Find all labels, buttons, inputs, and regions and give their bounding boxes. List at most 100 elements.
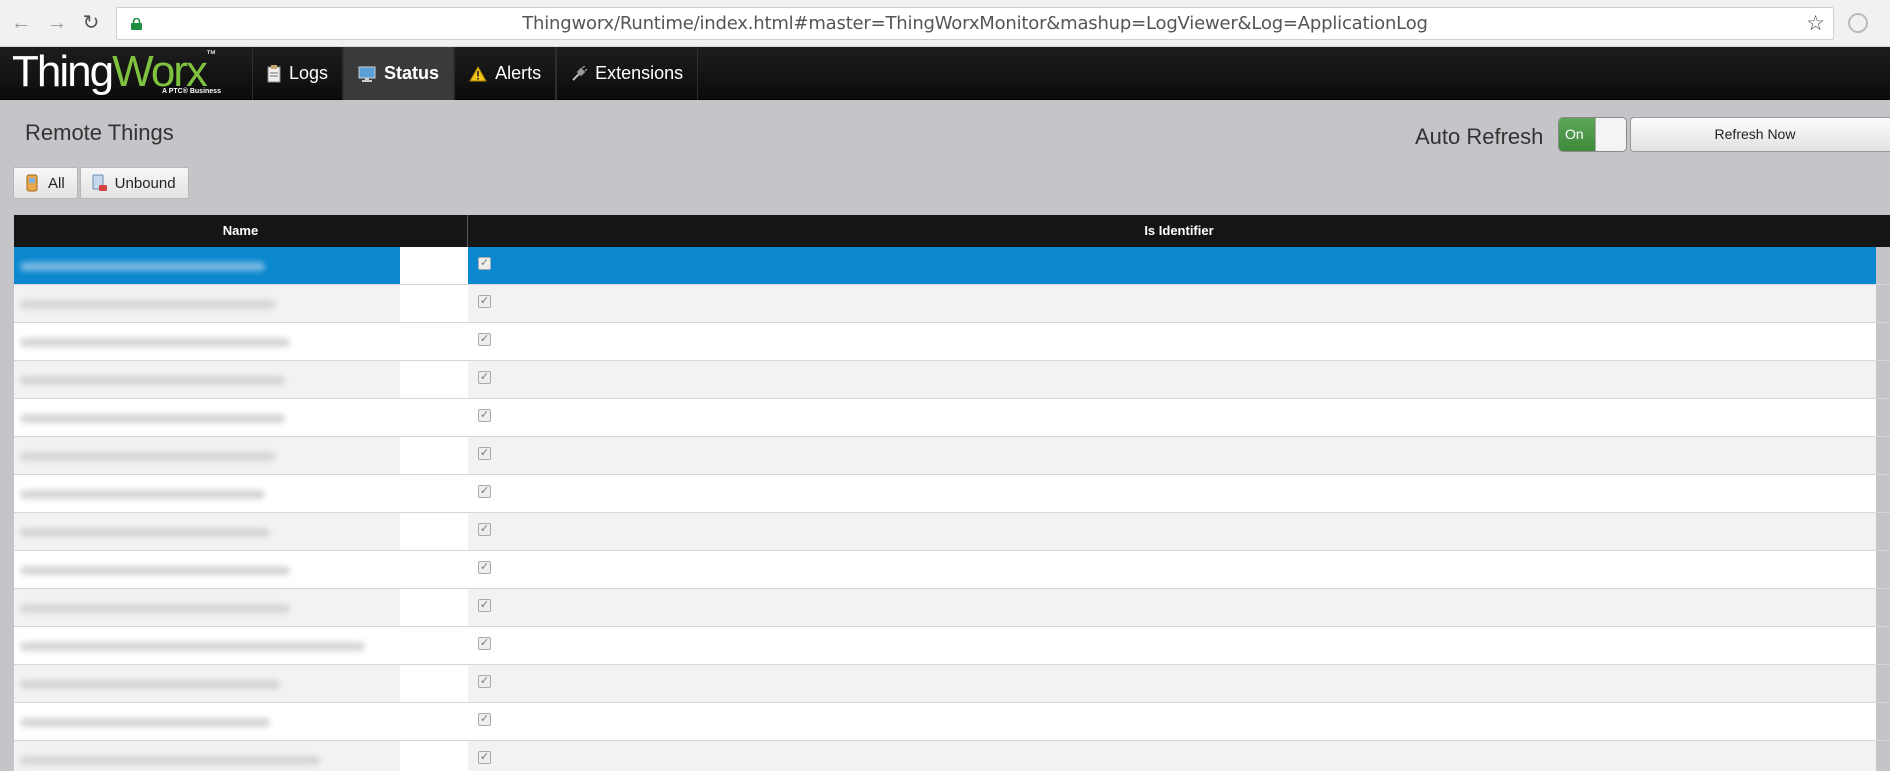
reload-icon[interactable]: ↻ xyxy=(80,12,102,34)
filter-all-button[interactable]: All xyxy=(13,167,78,199)
grid-right-gutter xyxy=(1876,323,1890,360)
cell-is-identifier: ✓ xyxy=(468,741,1890,771)
auto-refresh-label: Auto Refresh xyxy=(1415,124,1544,149)
logo-subtitle: A PTC® Business xyxy=(162,88,221,95)
name-cell-mask xyxy=(400,589,468,626)
cell-is-identifier: ✓ xyxy=(468,551,1890,588)
cell-is-identifier: ✓ xyxy=(468,627,1890,664)
address-bar[interactable]: Thingworx/Runtime/index.html#master=Thin… xyxy=(116,7,1834,40)
table-row[interactable]: ✓ xyxy=(14,399,1890,437)
tab-logs[interactable]: Logs xyxy=(252,47,344,100)
tab-logs-label: Logs xyxy=(289,63,329,83)
cell-name-obscured xyxy=(14,247,468,284)
is-identifier-checkbox: ✓ xyxy=(478,485,491,498)
name-cell-mask xyxy=(400,741,468,771)
unbound-icon xyxy=(92,174,107,191)
arrow-right-icon[interactable]: → xyxy=(46,12,68,34)
toggle-knob[interactable] xyxy=(1595,118,1626,151)
filter-bar: All Unbound xyxy=(13,167,189,199)
column-header-name[interactable]: Name xyxy=(14,215,468,247)
thingworx-logo: ThingWorx™ A PTC® Business xyxy=(12,47,221,96)
name-cell-mask xyxy=(400,399,468,436)
auto-refresh-toggle[interactable]: On xyxy=(1558,117,1627,152)
table-row[interactable]: ✓ xyxy=(14,513,1890,551)
arrow-left-icon[interactable]: ← xyxy=(10,12,32,34)
cell-is-identifier: ✓ xyxy=(468,437,1890,474)
filter-all-label: All xyxy=(48,174,65,192)
grid-right-gutter xyxy=(1876,361,1890,398)
cell-is-identifier: ✓ xyxy=(468,361,1890,398)
table-row[interactable]: ✓ xyxy=(14,551,1890,589)
cell-name-obscured xyxy=(14,703,468,740)
tab-alerts-label: Alerts xyxy=(495,63,542,83)
extension-icon[interactable] xyxy=(1848,13,1868,33)
cell-is-identifier: ✓ xyxy=(468,589,1890,626)
grid-right-gutter xyxy=(1876,399,1890,436)
things-icon xyxy=(26,174,38,192)
is-identifier-checkbox: ✓ xyxy=(478,371,491,384)
cell-name-obscured xyxy=(14,285,468,322)
table-row[interactable]: ✓ xyxy=(14,323,1890,361)
tab-alerts[interactable]: Alerts xyxy=(454,47,557,100)
name-cell-mask xyxy=(400,437,468,474)
table-row[interactable]: ✓ xyxy=(14,475,1890,513)
blurred-name xyxy=(20,452,275,461)
is-identifier-checkbox: ✓ xyxy=(478,713,491,726)
is-identifier-checkbox: ✓ xyxy=(478,333,491,346)
cell-name-obscured xyxy=(14,437,468,474)
filter-unbound-label: Unbound xyxy=(114,174,176,192)
blurred-name xyxy=(20,262,265,271)
table-row[interactable]: ✓ xyxy=(14,247,1890,285)
warning-icon xyxy=(469,65,487,81)
is-identifier-checkbox: ✓ xyxy=(478,561,491,574)
cell-is-identifier: ✓ xyxy=(468,323,1890,360)
name-cell-mask xyxy=(400,513,468,550)
main-nav: Logs Status Alerts Extensions xyxy=(252,47,699,100)
cell-name-obscured xyxy=(14,399,468,436)
table-row[interactable]: ✓ xyxy=(14,665,1890,703)
table-row[interactable]: ✓ xyxy=(14,437,1890,475)
grid-right-gutter xyxy=(1876,703,1890,740)
is-identifier-checkbox: ✓ xyxy=(478,409,491,422)
table-row[interactable]: ✓ xyxy=(14,361,1890,399)
blurred-name xyxy=(20,642,365,651)
star-icon[interactable]: ☆ xyxy=(1806,13,1825,34)
name-cell-mask xyxy=(400,247,468,284)
blurred-name xyxy=(20,528,270,537)
grid-right-gutter xyxy=(1876,475,1890,512)
filter-unbound-button[interactable]: Unbound xyxy=(79,167,189,199)
column-header-is-identifier[interactable]: Is Identifier xyxy=(468,215,1890,247)
name-cell-mask xyxy=(400,285,468,322)
blurred-name xyxy=(20,604,290,613)
grid-right-gutter xyxy=(1876,285,1890,322)
name-cell-mask xyxy=(400,551,468,588)
clipboard-icon xyxy=(267,64,281,82)
grid-right-gutter xyxy=(1876,513,1890,550)
remote-things-grid: Name Is Identifier ✓ ✓ ✓ ✓ ✓ ✓ ✓ ✓ ✓ ✓ ✓ ✓ ✓ ✓ xyxy=(14,215,1890,771)
tab-status[interactable]: Status xyxy=(343,47,455,100)
grid-right-gutter xyxy=(1876,551,1890,588)
tab-extensions[interactable]: Extensions xyxy=(556,47,699,100)
is-identifier-checkbox: ✓ xyxy=(478,257,491,270)
page-title: Remote Things xyxy=(25,120,174,145)
blurred-name xyxy=(20,376,285,385)
grid-header: Name Is Identifier xyxy=(14,215,1890,247)
cell-is-identifier: ✓ xyxy=(468,285,1890,322)
cell-name-obscured xyxy=(14,513,468,550)
table-row[interactable]: ✓ xyxy=(14,741,1890,771)
table-row[interactable]: ✓ xyxy=(14,703,1890,741)
refresh-now-button[interactable]: Refresh Now xyxy=(1630,117,1890,152)
monitor-icon xyxy=(358,66,376,82)
toggle-on-label: On xyxy=(1559,118,1595,151)
cell-name-obscured xyxy=(14,589,468,626)
plug-icon xyxy=(572,65,588,81)
grid-right-gutter xyxy=(1876,741,1890,771)
is-identifier-checkbox: ✓ xyxy=(478,751,491,764)
blurred-name xyxy=(20,414,285,423)
table-row[interactable]: ✓ xyxy=(14,589,1890,627)
table-row[interactable]: ✓ xyxy=(14,285,1890,323)
table-row[interactable]: ✓ xyxy=(14,627,1890,665)
is-identifier-checkbox: ✓ xyxy=(478,523,491,536)
grid-right-gutter xyxy=(1876,437,1890,474)
app-header: ThingWorx™ A PTC® Business Logs Status A… xyxy=(0,47,1890,100)
